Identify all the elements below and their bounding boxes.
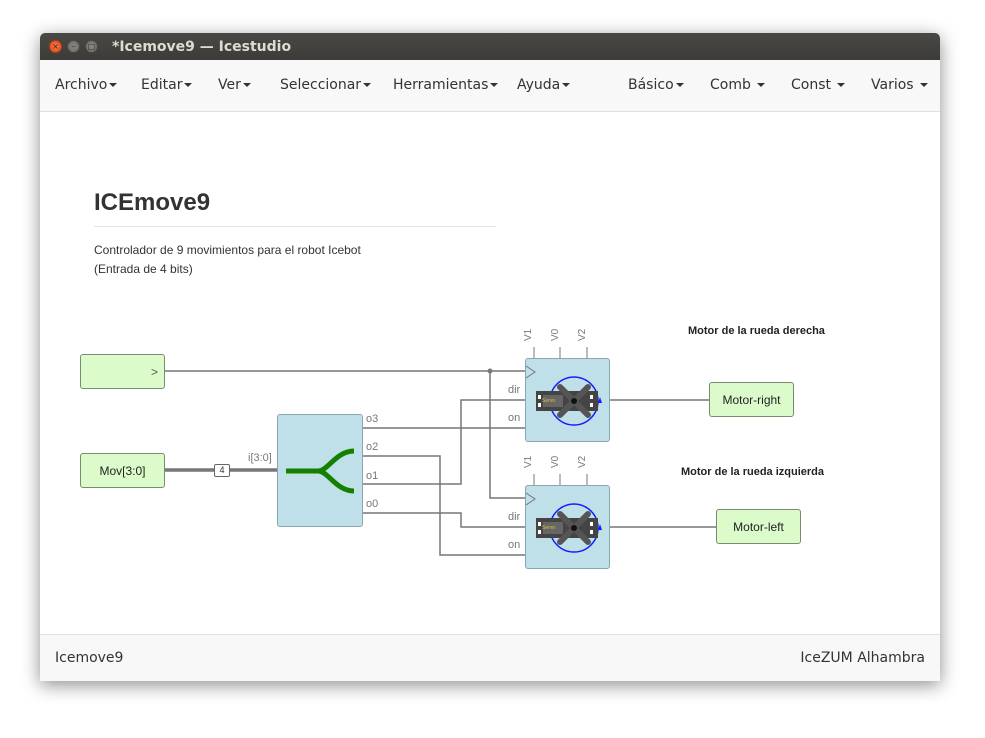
minimize-icon: – xyxy=(71,42,76,51)
servo-block-right[interactable]: Servo xyxy=(525,358,610,442)
servo-param-ports-left xyxy=(533,474,588,485)
mov-input-label: Mov[3:0] xyxy=(99,463,146,478)
caret-down-icon xyxy=(757,83,766,87)
output-label: Motor-right xyxy=(722,392,781,407)
wire-junction xyxy=(487,368,493,374)
close-icon: × xyxy=(52,42,59,51)
wire-o0 xyxy=(362,512,526,528)
caret-down-icon xyxy=(490,83,499,87)
maximize-window-button[interactable]: □ xyxy=(85,40,98,53)
caret-down-icon xyxy=(184,83,193,87)
caret-down-icon xyxy=(837,83,846,87)
wires xyxy=(164,368,716,556)
menu-bar: Archivo Editar Ver Seleccionar Herramien… xyxy=(40,60,940,112)
menu-label: Const xyxy=(791,77,831,93)
wire-o1 xyxy=(362,399,526,485)
menu-label: Ver xyxy=(218,77,241,93)
servo-motor-icon xyxy=(526,492,602,553)
servo-motor-icon xyxy=(526,365,602,426)
servo-input-on: on xyxy=(508,539,521,551)
window-title: *Icemove9 — Icestudio xyxy=(112,38,292,55)
menu-label: Herramientas xyxy=(393,77,489,93)
app-window: × – □ *Icemove9 — Icestudio Archivo Edit… xyxy=(40,33,940,681)
splitter-output-o2: o2 xyxy=(366,441,379,453)
output-motor-left[interactable]: Motor-left xyxy=(716,509,801,544)
servo-param-v0: V0 xyxy=(550,455,561,468)
footer-board-selector[interactable]: IceZUM Alhambra xyxy=(800,635,925,681)
menu-ver[interactable]: Ver xyxy=(218,60,251,111)
menu-label: Archivo xyxy=(55,77,108,93)
servo-image-text: Servo xyxy=(542,398,556,404)
title-bar: × – □ *Icemove9 — Icestudio xyxy=(40,33,940,60)
servo-image-text: Servo xyxy=(542,525,556,531)
menu-basico[interactable]: Básico xyxy=(628,60,684,111)
output-label: Motor-left xyxy=(733,519,784,534)
caret-down-icon xyxy=(920,83,929,87)
caret-down-icon xyxy=(363,83,372,87)
design-canvas[interactable]: ICEmove9 Controlador de 9 movimientos pa… xyxy=(40,112,940,634)
splitter-output-o0: o0 xyxy=(366,498,379,510)
caret-down-icon xyxy=(109,83,118,87)
menu-label: Varios xyxy=(871,77,914,93)
clk-symbol: > xyxy=(150,364,158,379)
comment-motor-right: Motor de la rueda derecha xyxy=(688,325,825,337)
servo-param-v0: V0 xyxy=(550,328,561,341)
splitter-input-label: i[3:0] xyxy=(248,452,272,464)
mov-input-block[interactable]: Mov[3:0] xyxy=(80,453,165,488)
splitter-icon xyxy=(286,448,355,494)
servo-input-dir: dir xyxy=(508,384,521,396)
menu-label: Editar xyxy=(141,77,183,93)
minimize-window-button[interactable]: – xyxy=(67,40,80,53)
servo-param-v1: V1 xyxy=(523,455,534,468)
servo-input-dir: dir xyxy=(508,511,521,523)
servo-param-v2: V2 xyxy=(577,328,588,341)
menu-label: Comb xyxy=(710,77,751,93)
menu-label: Ayuda xyxy=(517,77,561,93)
output-motor-right[interactable]: Motor-right xyxy=(709,382,794,417)
menu-ayuda[interactable]: Ayuda xyxy=(517,60,571,111)
menu-editar[interactable]: Editar xyxy=(141,60,193,111)
servo-param-v2: V2 xyxy=(577,455,588,468)
menu-const[interactable]: Const xyxy=(791,60,846,111)
menu-comb[interactable]: Comb xyxy=(710,60,766,111)
close-window-button[interactable]: × xyxy=(49,40,62,53)
servo-input-on: on xyxy=(508,412,521,424)
footer-project-name: Icemove9 xyxy=(55,650,124,666)
maximize-icon: □ xyxy=(87,42,96,51)
splitter-block[interactable] xyxy=(277,414,363,527)
splitter-output-o3: o3 xyxy=(366,413,379,425)
comment-motor-left: Motor de la rueda izquierda xyxy=(681,466,825,478)
splitter-output-o1: o1 xyxy=(366,470,379,482)
servo-block-left[interactable]: Servo xyxy=(525,485,610,569)
servo-param-v1: V1 xyxy=(523,328,534,341)
menu-archivo[interactable]: Archivo xyxy=(55,60,118,111)
servo-param-ports-right xyxy=(533,347,588,358)
wire-o2 xyxy=(362,455,526,556)
caret-down-icon xyxy=(562,83,571,87)
clk-input-block[interactable]: > xyxy=(80,354,165,389)
menu-seleccionar[interactable]: Seleccionar xyxy=(280,60,372,111)
menu-herramientas[interactable]: Herramientas xyxy=(393,60,499,111)
menu-label: Seleccionar xyxy=(280,77,362,93)
bus-size-badge: 4 xyxy=(214,464,230,477)
menu-varios[interactable]: Varios xyxy=(871,60,929,111)
footer-bar: Icemove9 IceZUM Alhambra xyxy=(40,634,940,681)
caret-down-icon xyxy=(242,83,251,87)
menu-label: Básico xyxy=(628,77,674,93)
caret-down-icon xyxy=(675,83,684,87)
